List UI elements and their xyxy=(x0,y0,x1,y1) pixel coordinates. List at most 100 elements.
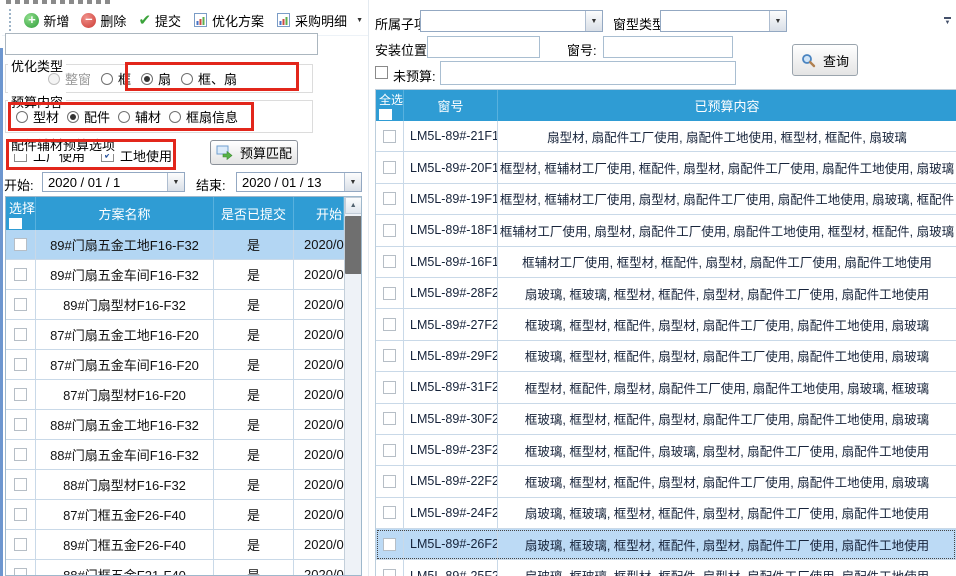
plan-name-cell: 89#门扇五金车间F16-F32 xyxy=(36,260,214,289)
window-type-select[interactable]: ▼ xyxy=(660,10,787,32)
row-checkbox[interactable] xyxy=(14,538,27,551)
window-no-input[interactable] xyxy=(603,36,733,58)
budget-content-radio-1[interactable]: 配件 xyxy=(67,107,110,126)
plan-filter-input[interactable] xyxy=(5,33,318,55)
chevron-down-icon[interactable]: ▼ xyxy=(769,11,786,31)
select-all-checkbox[interactable] xyxy=(9,218,22,229)
purchase-detail-button[interactable]: 采购明细 ▼ xyxy=(271,9,368,32)
plan-table-row[interactable]: 89#门扇五金车间F16-F32是2020/0 xyxy=(6,260,344,290)
window-left-border xyxy=(0,48,3,576)
window-table-row[interactable]: LM5L-89#-26F24扇玻璃, 框玻璃, 框型材, 框配件, 扇型材, 扇… xyxy=(376,529,956,560)
window-table-row[interactable]: LM5L-89#-23F21框玻璃, 框型材, 框配件, 扇玻璃, 扇型材, 扇… xyxy=(376,435,956,466)
window-no-cell: LM5L-89#-16F15 xyxy=(404,247,498,277)
budget-content-radio-3[interactable]: 框扇信息 xyxy=(169,107,238,126)
row-checkbox[interactable] xyxy=(383,130,396,143)
budget-match-button[interactable]: 预算匹配 xyxy=(210,140,298,165)
plan-table-row[interactable]: 89#门扇型材F16-F32是2020/0 xyxy=(6,290,344,320)
window-table-row[interactable]: LM5L-89#-24F22扇玻璃, 框玻璃, 框型材, 框配件, 扇型材, 扇… xyxy=(376,498,956,529)
row-checkbox[interactable] xyxy=(383,287,396,300)
row-checkbox[interactable] xyxy=(14,268,27,281)
scroll-up-icon[interactable]: ▲ xyxy=(345,197,362,214)
not-budgeted-input[interactable] xyxy=(440,61,736,85)
row-checkbox[interactable] xyxy=(14,418,27,431)
plan-table-row[interactable]: 87#门扇五金工地F16-F20是2020/0 xyxy=(6,320,344,350)
optimize-type-radio-3[interactable]: 框、扇 xyxy=(181,69,237,88)
window-table-row[interactable]: LM5L-89#-22F20框玻璃, 框型材, 框配件, 扇型材, 扇配件工厂使… xyxy=(376,466,956,497)
row-checkbox[interactable] xyxy=(383,412,396,425)
row-checkbox[interactable] xyxy=(14,568,27,575)
optimize-type-radio-2[interactable]: 扇 xyxy=(141,69,171,88)
add-button[interactable]: 新增 xyxy=(19,9,74,32)
window-table-row[interactable]: LM5L-89#-25F23扇玻璃, 框玻璃, 框型材, 框配件, 扇型材, 扇… xyxy=(376,560,956,576)
select-all-checkbox[interactable] xyxy=(379,109,392,120)
plan-table-row[interactable]: 89#门框五金F26-F40是2020/0 xyxy=(6,530,344,560)
plan-table-row[interactable]: 87#门框五金F26-F40是2020/0 xyxy=(6,500,344,530)
row-checkbox[interactable] xyxy=(14,478,27,491)
chevron-down-icon[interactable]: ▼ xyxy=(344,173,361,191)
plan-table-row[interactable]: 88#门框五金F21-F40是2020/0 xyxy=(6,560,344,575)
window-header-select-all[interactable]: 全选 xyxy=(376,90,404,121)
plan-header-submitted[interactable]: 是否已提交 xyxy=(214,197,294,230)
row-checkbox[interactable] xyxy=(383,192,396,205)
plan-table-row[interactable]: 89#门扇五金工地F16-F32是2020/0 xyxy=(6,230,344,260)
start-date-picker[interactable]: 2020 / 01 / 1 ▼ xyxy=(42,172,185,192)
window-table-row[interactable]: LM5L-89#-16F15框辅材工厂使用, 框型材, 框配件, 扇型材, 扇配… xyxy=(376,247,956,278)
row-checkbox[interactable] xyxy=(14,358,27,371)
row-checkbox[interactable] xyxy=(383,569,396,576)
row-checkbox[interactable] xyxy=(14,448,27,461)
row-checkbox[interactable] xyxy=(14,298,27,311)
row-checkbox[interactable] xyxy=(14,238,27,251)
row-checkbox[interactable] xyxy=(383,475,396,488)
toolbar-overflow-button[interactable]: ▼ xyxy=(941,10,954,32)
row-checkbox[interactable] xyxy=(383,161,396,174)
plan-header-name[interactable]: 方案名称 xyxy=(36,197,214,230)
optimize-plan-button[interactable]: 优化方案 xyxy=(188,9,269,32)
row-checkbox[interactable] xyxy=(383,224,396,237)
row-checkbox[interactable] xyxy=(383,381,396,394)
window-table-row[interactable]: LM5L-89#-21F19扇型材, 扇配件工厂使用, 扇配件工地使用, 框型材… xyxy=(376,121,956,152)
row-checkbox[interactable] xyxy=(383,255,396,268)
row-checkbox[interactable] xyxy=(383,538,396,551)
window-table-row[interactable]: LM5L-89#-20F18框型材, 框辅材工厂使用, 框配件, 扇型材, 扇配… xyxy=(376,152,956,183)
plan-table-row[interactable]: 88#门扇五金车间F16-F32是2020/0 xyxy=(6,440,344,470)
row-checkbox[interactable] xyxy=(383,444,396,457)
window-table-row[interactable]: LM5L-89#-18F16框辅材工厂使用, 扇型材, 扇配件工厂使用, 扇配件… xyxy=(376,215,956,246)
scrollbar-thumb[interactable] xyxy=(345,216,362,274)
plan-table-row[interactable]: 87#门扇五金车间F16-F20是2020/0 xyxy=(6,350,344,380)
not-budgeted-checkbox[interactable] xyxy=(375,66,388,79)
plan-header-start[interactable]: 开始 xyxy=(294,197,344,230)
window-table-row[interactable]: LM5L-89#-28F26扇玻璃, 框玻璃, 框型材, 框配件, 扇型材, 扇… xyxy=(376,278,956,309)
submit-button[interactable]: 提交 xyxy=(133,9,186,32)
row-checkbox[interactable] xyxy=(383,318,396,331)
plan-table-row[interactable]: 88#门扇型材F16-F32是2020/0 xyxy=(6,470,344,500)
window-header-content[interactable]: 已预算内容 xyxy=(498,90,956,121)
plan-table-scrollbar[interactable]: ▲ xyxy=(344,197,362,575)
sub-item-select[interactable]: ▼ xyxy=(420,10,603,32)
plan-table-row[interactable]: 87#门扇型材F16-F20是2020/0 xyxy=(6,380,344,410)
window-table-row[interactable]: LM5L-89#-29F27框玻璃, 框型材, 框配件, 扇型材, 扇配件工厂使… xyxy=(376,341,956,372)
plan-table-row[interactable]: 88#门扇五金工地F16-F32是2020/0 xyxy=(6,410,344,440)
window-table-row[interactable]: LM5L-89#-19F17框型材, 框辅材工厂使用, 扇型材, 扇配件工厂使用… xyxy=(376,184,956,215)
delete-button[interactable]: 删除 xyxy=(76,9,131,32)
budgeted-content-cell: 框辅材工厂使用, 框型材, 框配件, 扇型材, 扇配件工厂使用, 扇配件工地使用 xyxy=(498,247,956,277)
chevron-down-icon[interactable]: ▼ xyxy=(167,173,184,191)
plan-header-select[interactable]: 选择 xyxy=(6,197,36,230)
query-button[interactable]: 查询 xyxy=(792,44,858,76)
row-checkbox[interactable] xyxy=(14,328,27,341)
budget-content-radio-0[interactable]: 型材 xyxy=(16,107,59,126)
row-checkbox[interactable] xyxy=(383,349,396,362)
row-checkbox[interactable] xyxy=(14,388,27,401)
chevron-down-icon[interactable]: ▼ xyxy=(585,11,602,31)
budget-content-radio-2[interactable]: 辅材 xyxy=(118,107,161,126)
end-date-picker[interactable]: 2020 / 01 / 13 ▼ xyxy=(236,172,362,192)
budget-match-label: 预算匹配 xyxy=(240,143,292,162)
row-checkbox[interactable] xyxy=(14,508,27,521)
optimize-type-radio-1[interactable]: 框 xyxy=(101,69,131,88)
install-position-input[interactable] xyxy=(427,36,540,58)
window-table-row[interactable]: LM5L-89#-27F25框玻璃, 框型材, 框配件, 扇型材, 扇配件工厂使… xyxy=(376,309,956,340)
window-table-row[interactable]: LM5L-89#-30F28框玻璃, 框型材, 框配件, 扇型材, 扇配件工厂使… xyxy=(376,404,956,435)
row-checkbox[interactable] xyxy=(383,506,396,519)
window-header-no[interactable]: 窗号 xyxy=(404,90,498,121)
add-icon xyxy=(24,13,39,28)
window-table-row[interactable]: LM5L-89#-31F29框型材, 框配件, 扇型材, 扇配件工厂使用, 扇配… xyxy=(376,372,956,403)
